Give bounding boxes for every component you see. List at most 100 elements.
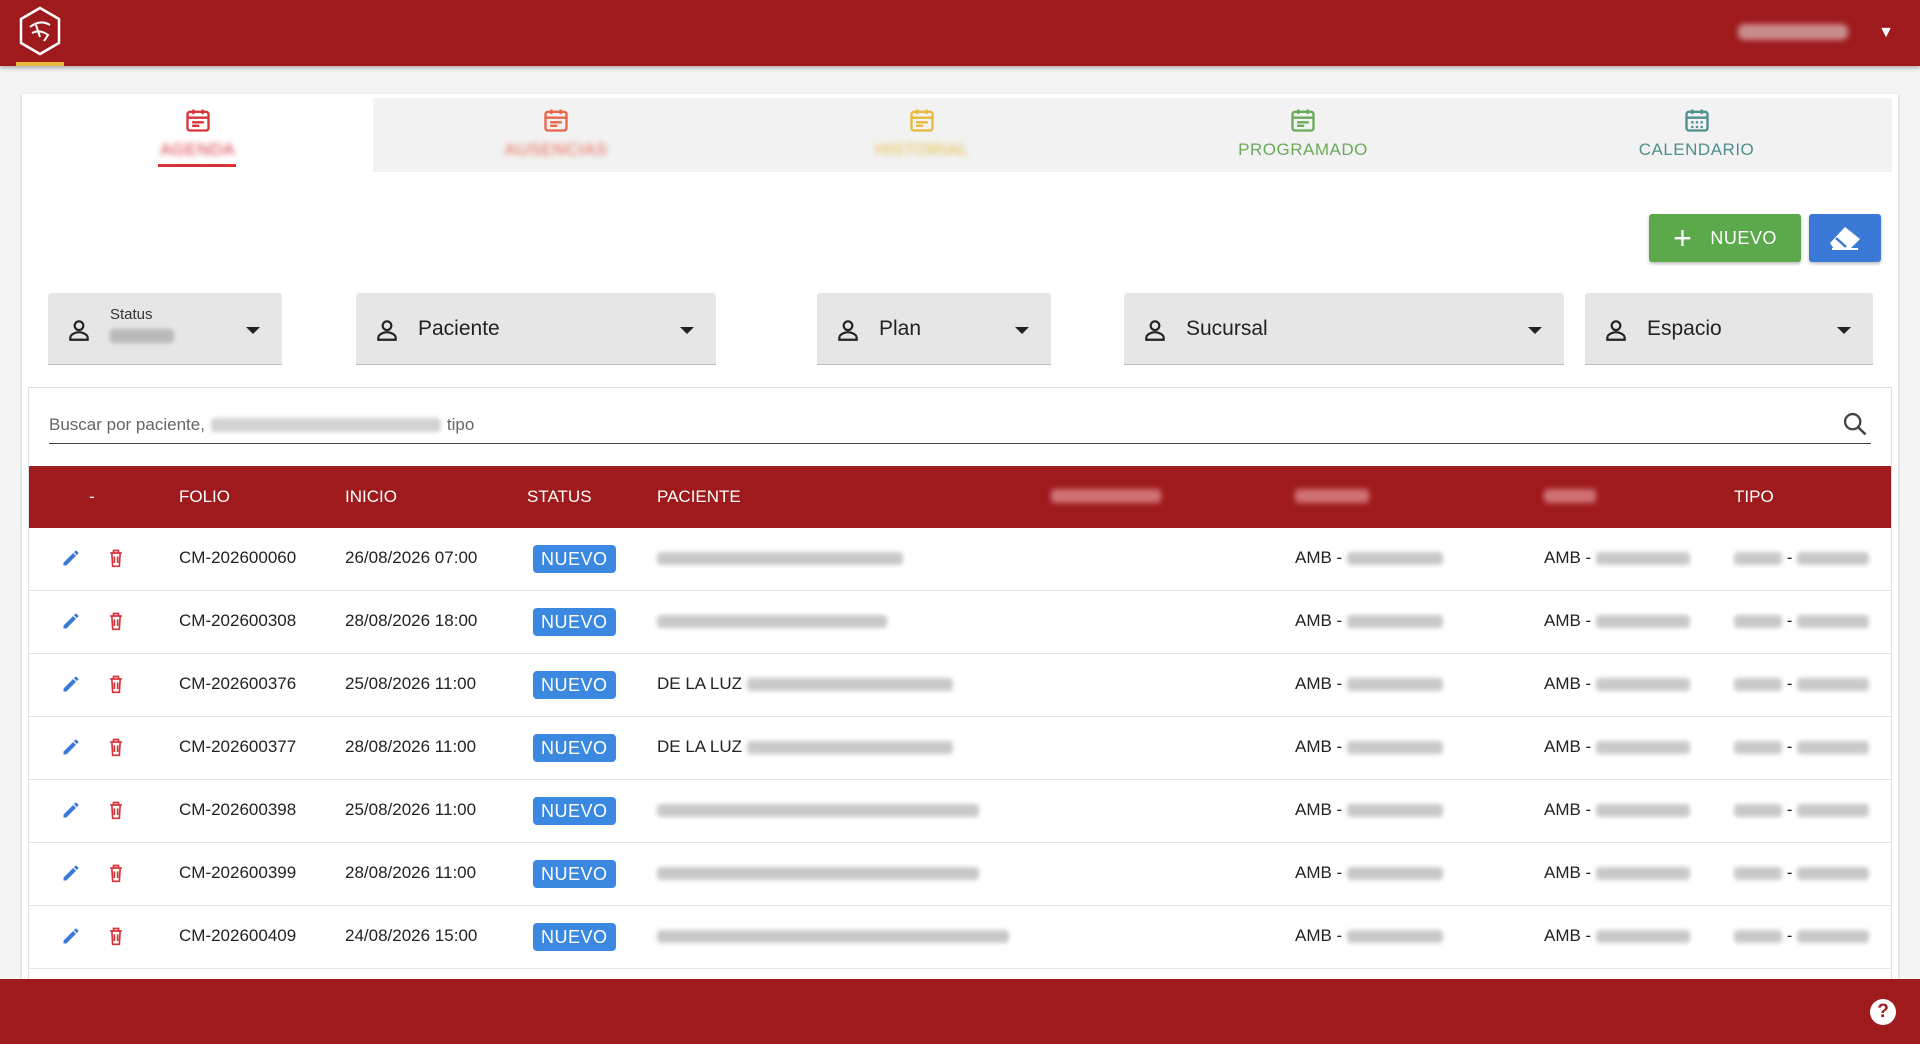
redacted-text <box>1734 804 1782 818</box>
table-row: CM-202600399 28/08/2026 11:00 NUEVO AMB … <box>29 843 1891 906</box>
edit-icon[interactable] <box>61 737 81 757</box>
status-badge: NUEVO <box>533 923 616 951</box>
edit-icon[interactable] <box>61 800 81 820</box>
folio-cell: CM-202600399 <box>179 863 297 882</box>
search-input[interactable]: Buscar por paciente, tipo <box>49 408 1871 444</box>
tab-label-historial: HISTORIAL <box>875 140 969 159</box>
tipo-separator: - <box>1786 926 1793 945</box>
header-folio[interactable]: FOLIO <box>179 487 230 507</box>
tab-label-agenda: AGENDA <box>160 140 235 159</box>
paciente-filter[interactable]: Paciente <box>356 293 716 365</box>
espacio-filter[interactable]: Espacio <box>1585 293 1873 365</box>
inicio-cell: 28/08/2026 18:00 <box>345 611 478 630</box>
tab-ausencias[interactable]: AUSENCIAS <box>373 98 739 172</box>
header-tipo[interactable]: TIPO <box>1734 487 1774 507</box>
plan-filter[interactable]: Plan <box>817 293 1051 365</box>
trash-icon[interactable] <box>107 863 125 883</box>
clase-code: AMB - <box>1544 800 1592 819</box>
clase-code: AMB - <box>1544 926 1592 945</box>
redacted-text <box>1595 678 1690 692</box>
table-row: CM-202600376 25/08/2026 11:00 NUEVO DE L… <box>29 654 1891 717</box>
header-inicio[interactable]: INICIO <box>345 487 397 507</box>
caret-down-icon <box>1015 327 1029 334</box>
paciente-cell <box>657 800 979 820</box>
redacted-text <box>1734 552 1782 566</box>
paciente-cell: DE LA LUZ <box>657 674 953 694</box>
new-button[interactable]: + NUEVO <box>1649 214 1801 262</box>
plan-filter-label: Plan <box>879 317 922 340</box>
regimen-cell: AMB - <box>1295 737 1443 757</box>
clase-code: AMB - <box>1544 863 1592 882</box>
edit-icon[interactable] <box>61 863 81 883</box>
clase-code: AMB - <box>1544 674 1592 693</box>
search-placeholder-start: Buscar por paciente, <box>49 415 205 434</box>
search-placeholder-end: tipo <box>446 415 475 434</box>
caret-down-icon[interactable]: ▼ <box>1878 24 1894 42</box>
help-icon[interactable]: ? <box>1870 999 1896 1025</box>
redacted-text <box>1734 615 1782 629</box>
eraser-icon <box>1830 227 1860 250</box>
bottom-bar: ? <box>0 979 1920 1044</box>
header-clase[interactable] <box>1544 489 1596 503</box>
espacio-filter-label: Espacio <box>1647 317 1722 340</box>
header-regimen[interactable] <box>1295 489 1369 503</box>
trash-icon[interactable] <box>107 926 125 946</box>
status-badge: NUEVO <box>533 671 616 699</box>
regimen-cell: AMB - <box>1295 863 1443 883</box>
table-row: CM-202600060 26/08/2026 07:00 NUEVO AMB … <box>29 528 1891 591</box>
regimen-cell: AMB - <box>1295 926 1443 946</box>
inicio-cell: 28/08/2026 11:00 <box>345 863 477 882</box>
tab-programado[interactable]: PROGRAMADO <box>1105 98 1501 172</box>
user-name[interactable] <box>1738 24 1848 40</box>
status-badge: NUEVO <box>533 797 616 825</box>
sucursal-filter[interactable]: Sucursal <box>1124 293 1564 365</box>
tipo-cell: - <box>1734 863 1870 883</box>
clinic-logo[interactable] <box>16 5 64 61</box>
tipo-separator: - <box>1786 611 1793 630</box>
edit-icon[interactable] <box>61 926 81 946</box>
redacted-text <box>1734 867 1782 881</box>
redacted-text <box>1734 930 1782 944</box>
table-row: CM-202600377 28/08/2026 11:00 NUEVO DE L… <box>29 717 1891 780</box>
trash-icon[interactable] <box>107 611 125 631</box>
regimen-code: AMB - <box>1295 548 1343 567</box>
clase-cell: AMB - <box>1544 674 1690 694</box>
redacted-text <box>1346 804 1443 818</box>
trash-icon[interactable] <box>107 674 125 694</box>
redacted-text <box>1595 552 1690 566</box>
tab-agenda[interactable]: AGENDA <box>22 98 373 172</box>
edit-icon[interactable] <box>61 611 81 631</box>
tipo-cell: - <box>1734 674 1870 694</box>
plus-icon: + <box>1673 220 1693 256</box>
trash-icon[interactable] <box>107 737 125 757</box>
edit-icon[interactable] <box>61 548 81 568</box>
folio-cell: CM-202600398 <box>179 800 297 819</box>
redacted-text <box>657 552 903 566</box>
header-paciente[interactable]: PACIENTE <box>657 487 741 507</box>
redacted-text <box>1595 804 1690 818</box>
person-icon <box>1145 320 1165 341</box>
active-tab-indicator <box>158 164 236 167</box>
clase-cell: AMB - <box>1544 737 1690 757</box>
clear-filters-button[interactable] <box>1809 214 1881 262</box>
inicio-cell: 28/08/2026 11:00 <box>345 737 477 756</box>
edit-icon[interactable] <box>61 674 81 694</box>
person-icon <box>1606 320 1626 341</box>
search-icon[interactable] <box>1841 410 1869 438</box>
tipo-cell: - <box>1734 800 1870 820</box>
tab-historial[interactable]: HISTORIAL <box>739 98 1105 172</box>
tab-calendario[interactable]: CALENDARIO <box>1501 98 1892 172</box>
header-status[interactable]: STATUS <box>527 487 592 507</box>
regimen-cell: AMB - <box>1295 611 1443 631</box>
trash-icon[interactable] <box>107 800 125 820</box>
inicio-cell: 26/08/2026 07:00 <box>345 548 478 567</box>
status-filter[interactable]: Status <box>48 293 282 365</box>
regimen-cell: AMB - <box>1295 800 1443 820</box>
regimen-cell: AMB - <box>1295 548 1443 568</box>
header-especialista[interactable] <box>1051 489 1161 503</box>
trash-icon[interactable] <box>107 548 125 568</box>
status-badge: NUEVO <box>533 734 616 762</box>
table-header: - FOLIO INICIO STATUS PACIENTE TIPO <box>29 466 1891 528</box>
redacted-text <box>1346 930 1443 944</box>
clase-code: AMB - <box>1544 548 1592 567</box>
